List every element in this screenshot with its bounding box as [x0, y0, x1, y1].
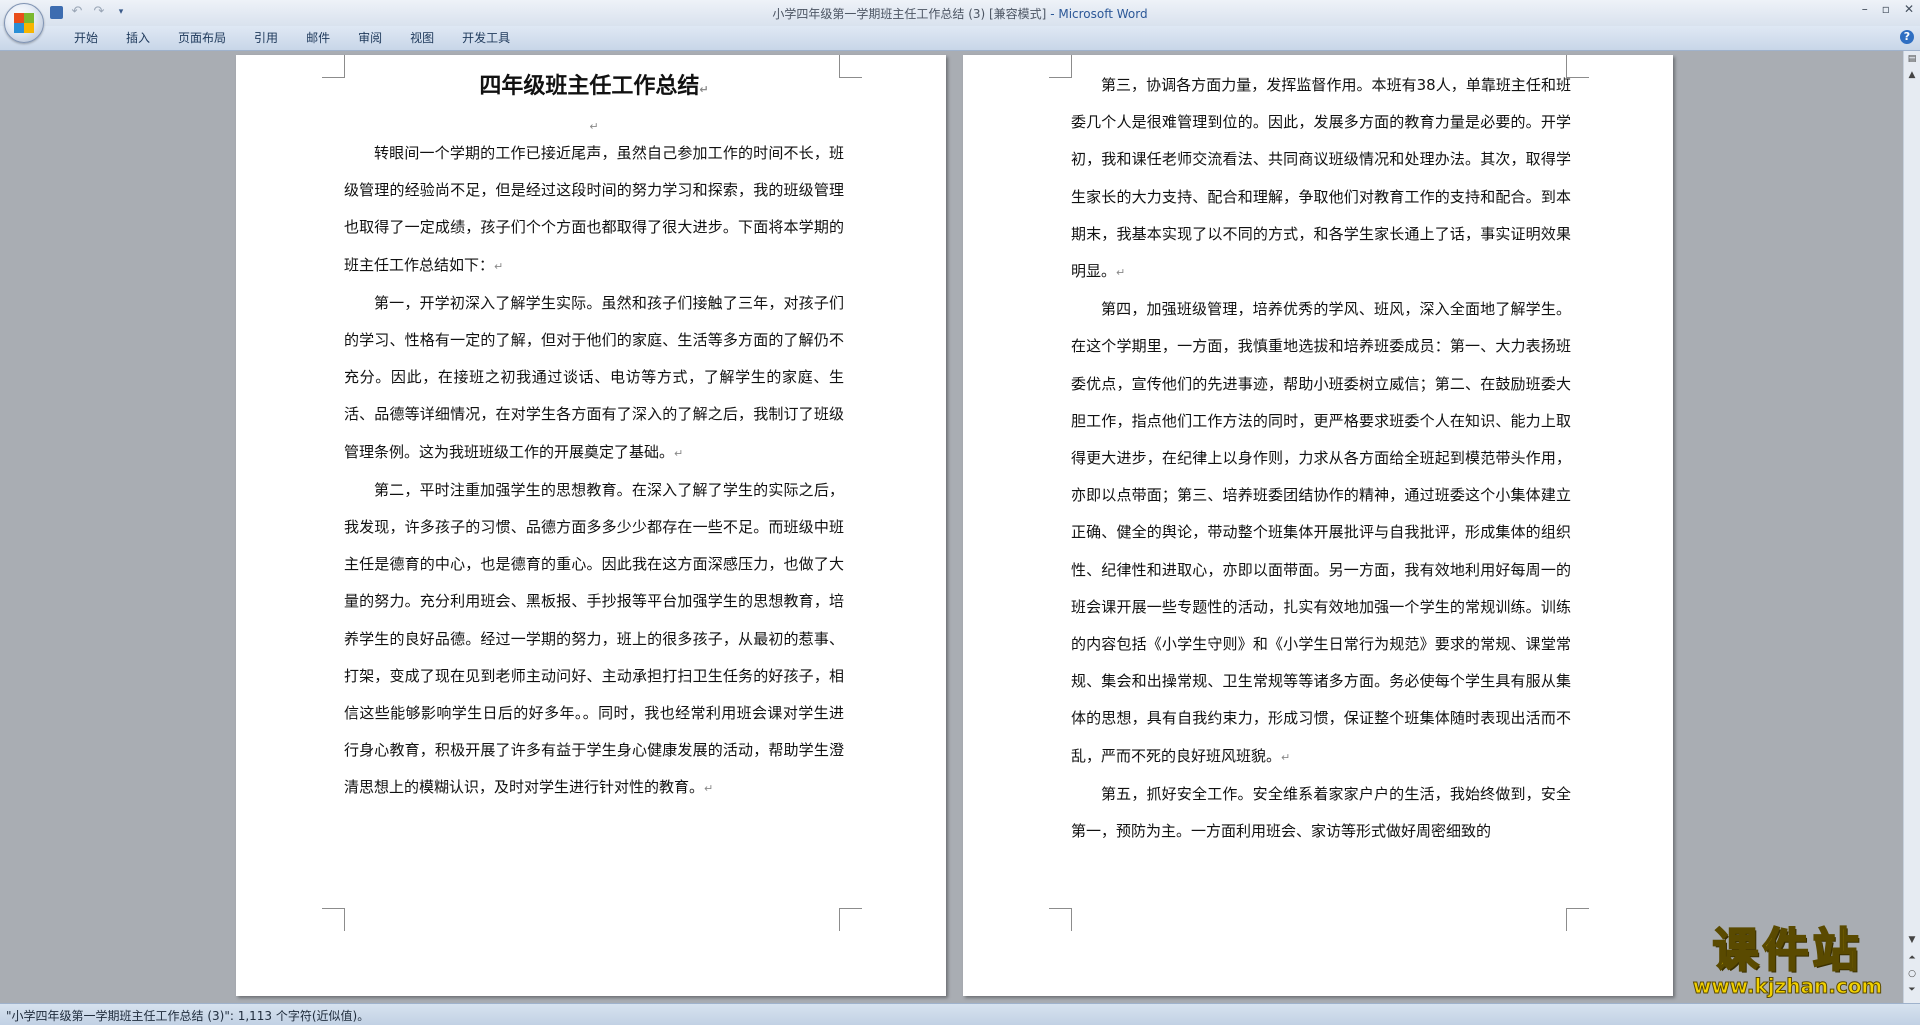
paragraph: 第一，开学初深入了解学生实际。虽然和孩子们接触了三年，对孩子们的学习、性格有一定… [344, 293, 844, 461]
next-page-icon[interactable]: ⏷ [1906, 984, 1918, 996]
paragraph: 第四，加强班级管理，培养优秀的学风、班风，深入全面地了解学生。在这个学期里，一方… [1071, 300, 1571, 765]
office-logo-icon [14, 13, 34, 33]
select-browse-object-icon[interactable]: ○ [1906, 968, 1918, 980]
ribbon: 开始 插入 页面布局 引用 邮件 审阅 视图 开发工具 ? [0, 26, 1920, 51]
window-title: 小学四年级第一学期班主任工作总结 (3) [兼容模式] - Microsoft … [0, 5, 1920, 22]
paragraph-mark: ↵ [589, 120, 599, 133]
paragraph: 转眼间一个学期的工作已接近尾声，虽然自己参加工作的时间不长，班级管理的经验尚不足… [344, 144, 844, 274]
window-controls: – ▫ ✕ [1862, 2, 1914, 16]
crop-mark [322, 55, 345, 78]
tab-references[interactable]: 引用 [240, 30, 292, 46]
crop-mark [1049, 55, 1072, 78]
site-watermark: 课件站 www.kjzhan.com [1670, 923, 1905, 999]
document-page-1[interactable]: 四年级班主任工作总结↵ ↵ 转眼间一个学期的工作已接近尾声，虽然自己参加工作的时… [236, 55, 946, 996]
paragraph: 第二，平时注重加强学生的思想教育。在深入了解了学生的实际之后，我发现，许多孩子的… [344, 480, 844, 797]
tab-mailings[interactable]: 邮件 [292, 30, 344, 46]
office-button[interactable] [4, 3, 44, 43]
crop-mark [839, 908, 862, 931]
paragraph: 第三，协调各方面力量，发挥监督作用。本班有38人，单靠班主任和班委几个人是很难管… [1071, 76, 1571, 281]
paragraph-mark: ↵ [494, 259, 504, 273]
paragraph-mark: ↵ [1116, 266, 1126, 280]
scroll-down-icon[interactable]: ▼ [1906, 934, 1918, 946]
previous-page-icon[interactable]: ⏶ [1906, 952, 1918, 964]
tab-page-layout[interactable]: 页面布局 [164, 30, 240, 46]
tab-home[interactable]: 开始 [60, 30, 112, 46]
crop-mark [1566, 908, 1589, 931]
paragraph: 第五，抓好安全工作。安全维系着家家户户的生活，我始终做到，安全第一，预防为主。一… [1071, 784, 1571, 841]
status-text: "小学四年级第一学期班主任工作总结 (3)": 1,113 个字符(近似值)。 [6, 1009, 370, 1023]
title-bar: ↶ ↷ ▾ 小学四年级第一学期班主任工作总结 (3) [兼容模式] - Micr… [0, 0, 1920, 43]
tab-review[interactable]: 审阅 [344, 30, 396, 46]
watermark-url: www.kjzhan.com [1692, 974, 1883, 998]
minimize-icon[interactable]: – [1862, 2, 1868, 16]
app-name: Microsoft Word [1058, 7, 1148, 21]
page-1-text[interactable]: 四年级班主任工作总结↵ ↵ 转眼间一个学期的工作已接近尾声，虽然自己参加工作的时… [344, 55, 844, 808]
scroll-up-icon[interactable]: ▲ [1906, 69, 1918, 81]
title-separator: - [1046, 7, 1059, 21]
status-bar: "小学四年级第一学期班主任工作总结 (3)": 1,113 个字符(近似值)。 [0, 1003, 1920, 1025]
paragraph-mark: ↵ [674, 446, 684, 460]
paragraph-mark: ↵ [1281, 750, 1291, 764]
document-title: 四年级班主任工作总结↵ [479, 74, 709, 99]
document-name: 小学四年级第一学期班主任工作总结 (3) [兼容模式] [772, 7, 1047, 21]
paragraph-mark: ↵ [704, 782, 714, 796]
page-2-text[interactable]: 第三，协调各方面力量，发挥监督作用。本班有38人，单靠班主任和班委几个人是很难管… [1071, 55, 1571, 850]
paragraph-mark: ↵ [699, 83, 709, 96]
close-icon[interactable]: ✕ [1904, 2, 1914, 16]
crop-mark [1049, 908, 1072, 931]
help-icon[interactable]: ? [1900, 30, 1914, 44]
document-page-2[interactable]: 第三，协调各方面力量，发挥监督作用。本班有38人，单靠班主任和班委几个人是很难管… [963, 55, 1673, 996]
tab-view[interactable]: 视图 [396, 30, 448, 46]
tab-insert[interactable]: 插入 [112, 30, 164, 46]
crop-mark [322, 908, 345, 931]
tab-developer[interactable]: 开发工具 [448, 30, 524, 46]
maximize-icon[interactable]: ▫ [1882, 2, 1890, 16]
document-area[interactable]: 四年级班主任工作总结↵ ↵ 转眼间一个学期的工作已接近尾声，虽然自己参加工作的时… [0, 51, 1904, 1004]
empty-paragraph: ↵ [344, 107, 844, 135]
ruler-toggle-icon[interactable]: ▤ [1906, 53, 1918, 65]
ribbon-tabs: 开始 插入 页面布局 引用 邮件 审阅 视图 开发工具 [60, 30, 524, 46]
watermark-title: 课件站 [1712, 923, 1863, 977]
vertical-scrollbar[interactable]: ▤ ▲ ▼ ⏶ ○ ⏷ [1903, 51, 1920, 1004]
